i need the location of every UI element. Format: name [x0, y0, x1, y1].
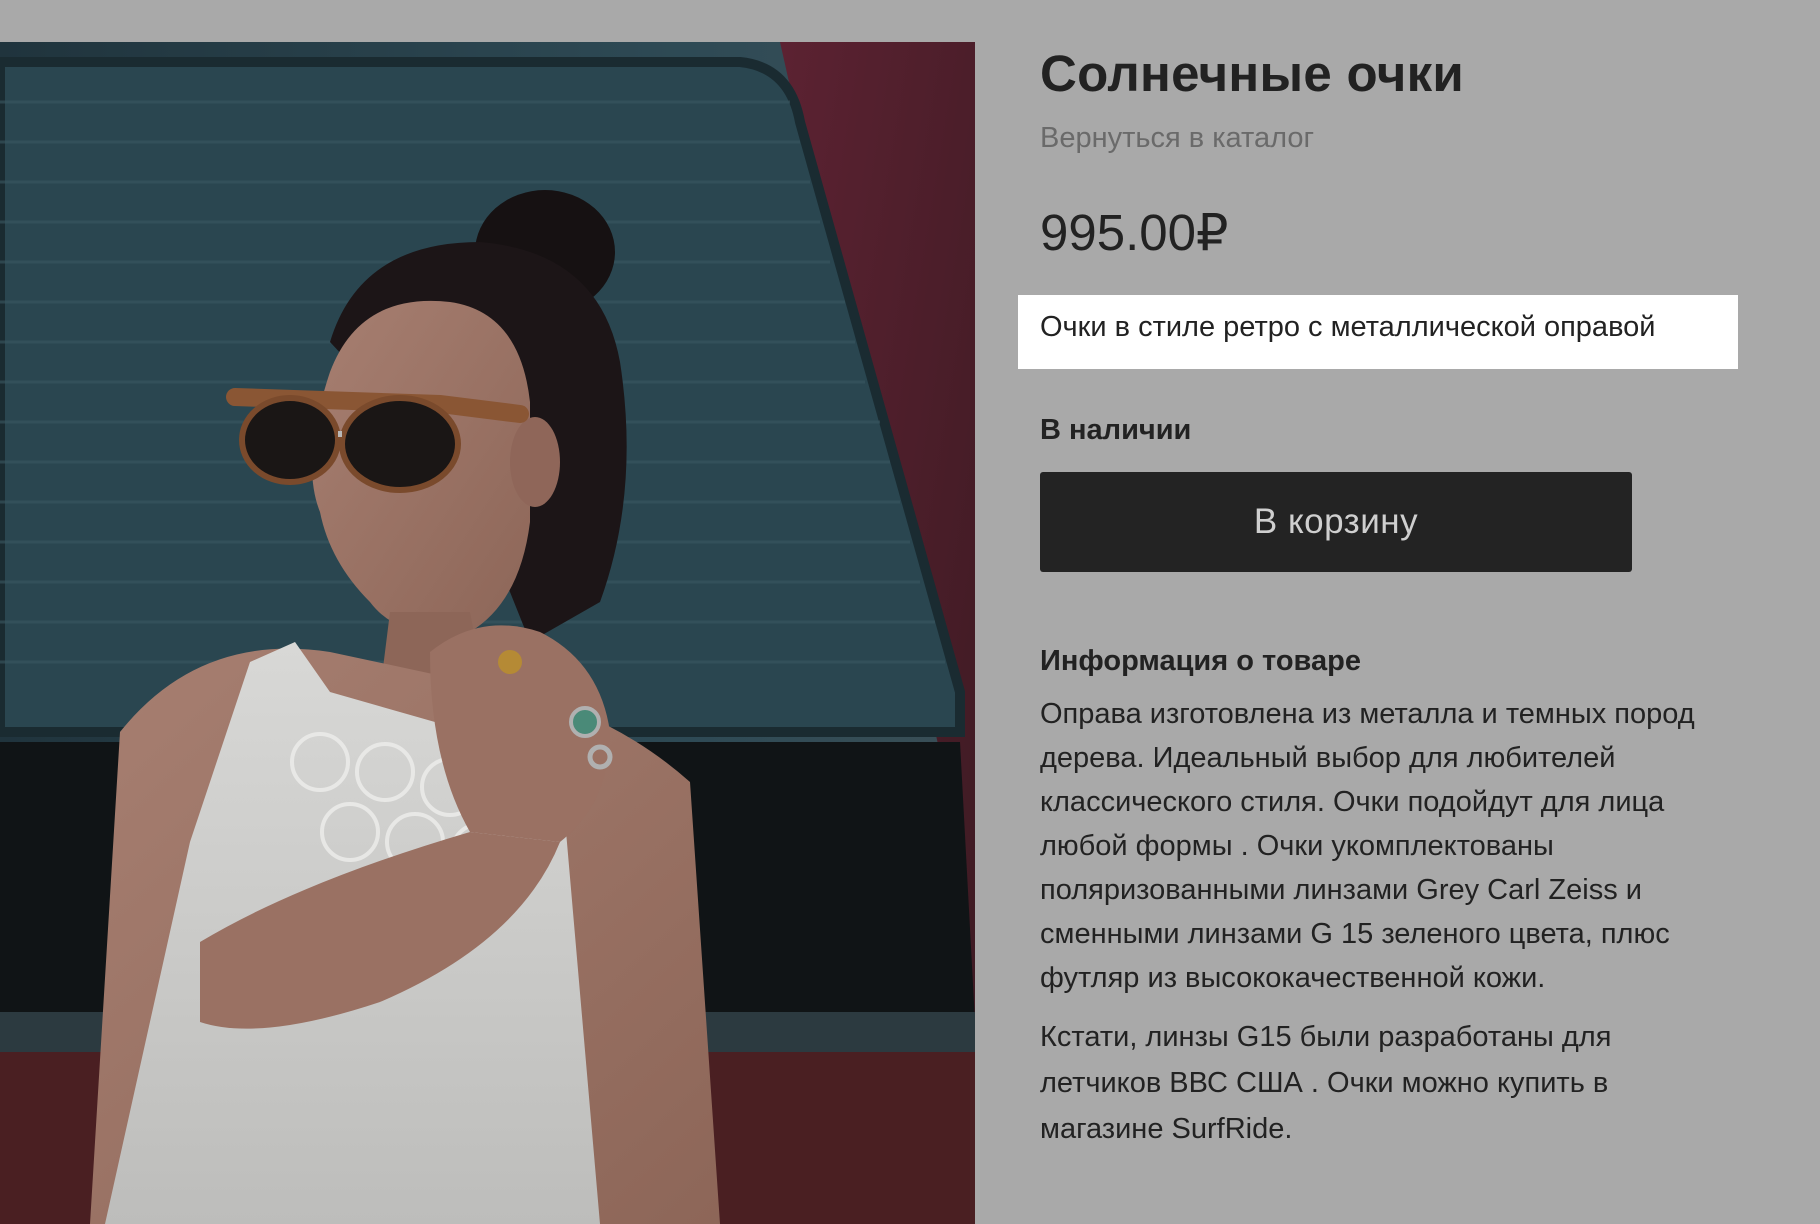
add-to-cart-button[interactable]: В корзину [1040, 472, 1632, 572]
product-tagline: Очки в стиле ретро с металлической оправ… [1040, 311, 1656, 343]
product-tagline-highlight: Очки в стиле ретро с металлической оправ… [1018, 295, 1738, 369]
details-line: классического стиля. Очки подойдут для л… [1040, 786, 1665, 818]
details-line: поляризованными линзами Grey Carl Zeiss … [1040, 874, 1642, 906]
back-to-catalog-link[interactable]: Вернуться в каталог [1040, 122, 1314, 155]
product-title: Солнечные очки [1040, 45, 1465, 102]
product-photo [0, 42, 975, 1224]
details-line: сменными линзами G 15 зеленого цвета, пл… [1040, 918, 1670, 950]
details-line: дерева. Идеальный выбор для любителей [1040, 742, 1616, 774]
details-line: летчиков ВВС США . Очки можно купить в [1040, 1067, 1609, 1099]
stock-status: В наличии [1040, 414, 1192, 446]
details-paragraph-2: Кстати, линзы G15 были разработаны для л… [1040, 1014, 1775, 1152]
product-photo-illustration [0, 42, 975, 1224]
details-line: любой формы . Очки укомплектованы [1040, 830, 1554, 862]
details-line: футляр из высококачественной кожи. [1040, 962, 1546, 994]
product-price: 995.00₽ [1040, 204, 1229, 261]
details-paragraph-1: Оправа изготовлена из металла и темных п… [1040, 692, 1775, 1000]
details-line: Кстати, линзы G15 были разработаны для [1040, 1021, 1612, 1053]
details-line: Оправа изготовлена из металла и темных п… [1040, 698, 1695, 730]
details-heading: Информация о товаре [1040, 645, 1361, 677]
details-description: Оправа изготовлена из металла и темных п… [1040, 692, 1775, 1166]
details-line: магазине SurfRide. [1040, 1113, 1293, 1145]
